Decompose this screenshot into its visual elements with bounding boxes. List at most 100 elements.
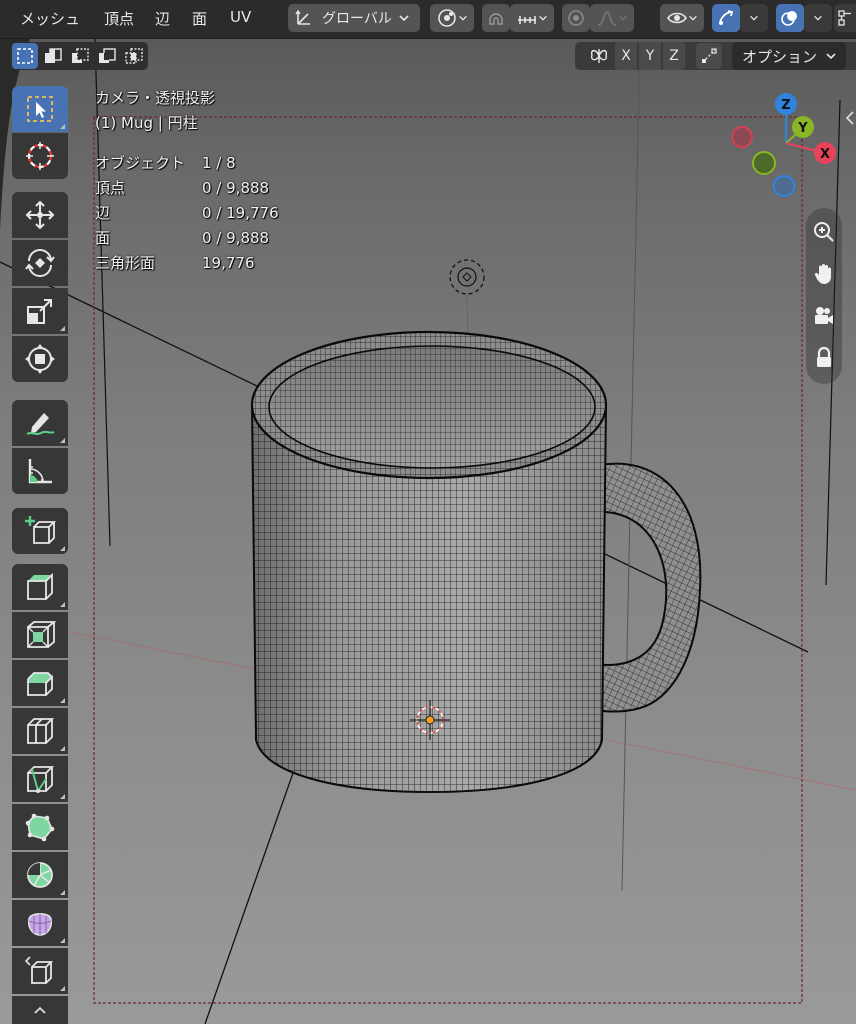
rotate-tool[interactable] xyxy=(12,240,68,286)
auto-merge-toggle[interactable] xyxy=(696,43,722,69)
chevron-down-icon xyxy=(814,15,822,21)
select-mode-group xyxy=(10,42,148,70)
select-box-icon xyxy=(27,96,53,122)
mirror-y-toggle[interactable]: Y xyxy=(639,42,661,70)
snap-toggle[interactable] xyxy=(482,4,510,32)
stat-faces: 面0 / 9,888 xyxy=(95,229,270,247)
overlays-toggle[interactable] xyxy=(776,4,804,32)
auto-merge-icon xyxy=(702,48,717,63)
zoom-icon xyxy=(814,222,834,242)
options-dropdown[interactable]: オプション xyxy=(732,42,846,70)
viewport-info-overlay: カメラ・透視投影 (1) Mug | 円柱 xyxy=(95,86,215,136)
mesh-overlay-icon xyxy=(838,10,851,26)
camera-view-button[interactable] xyxy=(810,302,838,330)
pan-hand-icon xyxy=(814,264,831,284)
cursor-tool[interactable] xyxy=(12,133,68,179)
scale-icon xyxy=(27,299,52,324)
extrude-icon xyxy=(27,572,53,600)
gizmo-y-label: Y xyxy=(797,121,808,136)
select-extend-button[interactable] xyxy=(40,43,66,69)
smooth-tool[interactable] xyxy=(12,900,68,946)
scale-tool[interactable] xyxy=(12,288,68,334)
overlays-dropdown[interactable] xyxy=(804,4,832,32)
mesh-edit-overlays-button[interactable] xyxy=(834,4,856,32)
chevron-down-icon xyxy=(619,15,627,21)
zoom-button[interactable] xyxy=(810,218,838,246)
orientation-axes-icon xyxy=(295,9,310,25)
butterfly-mirror-icon xyxy=(590,49,608,63)
proportional-editing-toggle[interactable] xyxy=(562,4,590,32)
menu-edge[interactable]: 辺 xyxy=(155,8,170,29)
stat-vertices: 頂点 0 / 9,888 xyxy=(95,179,270,197)
annotate-tool[interactable] xyxy=(12,400,68,446)
select-box-tool[interactable] xyxy=(12,86,68,132)
measure-icon xyxy=(28,459,52,484)
more-tools[interactable] xyxy=(12,996,68,1024)
loop-cut-tool[interactable] xyxy=(12,708,68,754)
lock-camera-button[interactable] xyxy=(810,344,838,372)
gizmo-x-label: X xyxy=(820,147,830,162)
bevel-icon xyxy=(27,672,53,696)
gizmo-neg-x[interactable] xyxy=(731,126,753,148)
falloff-dropdown[interactable] xyxy=(590,4,634,32)
gizmo-dropdown[interactable] xyxy=(740,4,768,32)
chevron-down-icon xyxy=(689,15,697,21)
select-intersect-button[interactable] xyxy=(121,43,147,69)
move-tool[interactable] xyxy=(12,192,68,238)
annotate-icon xyxy=(26,413,55,435)
chevron-down-icon xyxy=(826,53,836,60)
sidebar-toggle-icon[interactable] xyxy=(845,111,854,125)
stat-objects: オブジェクト 1 / 8 xyxy=(95,154,236,172)
menu-uv[interactable]: UV xyxy=(230,8,251,26)
mirror-button[interactable] xyxy=(587,45,611,67)
select-invert-icon xyxy=(99,48,116,63)
shear-tool[interactable] xyxy=(12,948,68,994)
visibility-dropdown[interactable] xyxy=(660,4,704,32)
proportional-editing-icon xyxy=(568,10,584,26)
transform-tool[interactable] xyxy=(12,336,68,382)
rotate-icon xyxy=(25,249,55,277)
menu-mesh[interactable]: メッシュ xyxy=(20,8,80,29)
mug-mesh[interactable] xyxy=(250,330,702,794)
pivot-point-dropdown[interactable] xyxy=(430,4,474,32)
knife-icon xyxy=(27,766,55,794)
navigation-gizmo[interactable]: Z Y X xyxy=(731,93,836,197)
measure-tool[interactable] xyxy=(12,448,68,494)
snap-increment-icon xyxy=(518,16,536,24)
gizmo-neg-y[interactable] xyxy=(752,151,776,175)
transform-orientation-dropdown[interactable]: グローバル xyxy=(288,4,420,32)
snap-target-dropdown[interactable] xyxy=(510,4,554,32)
transform-icon xyxy=(25,344,55,374)
poly-build-tool[interactable] xyxy=(12,804,68,850)
active-object-name: (1) Mug | 円柱 xyxy=(95,114,198,132)
select-subtract-icon xyxy=(72,48,89,63)
select-new-button[interactable] xyxy=(12,43,38,69)
options-label: オプション xyxy=(742,47,818,66)
select-subtract-button[interactable] xyxy=(67,43,93,69)
inset-tool[interactable] xyxy=(12,612,68,658)
poly-build-icon xyxy=(25,813,55,842)
light-object-icon[interactable] xyxy=(449,259,485,295)
loop-cut-icon xyxy=(27,718,55,744)
spin-tool[interactable] xyxy=(12,852,68,898)
mirror-x-toggle[interactable]: X xyxy=(615,42,637,70)
shear-icon xyxy=(24,956,54,984)
gizmo-neg-z[interactable] xyxy=(773,175,795,197)
stat-edges: 辺0 / 19,776 xyxy=(95,204,279,222)
add-cube-tool[interactable] xyxy=(12,508,68,554)
menu-vertex[interactable]: 頂点 xyxy=(104,8,134,29)
add-cube-icon xyxy=(25,516,56,544)
mirror-z-toggle[interactable]: Z xyxy=(663,42,685,70)
viewport-navigation-panel xyxy=(806,208,842,384)
overlays-icon xyxy=(781,11,797,26)
arrow-up-icon xyxy=(34,1006,46,1014)
select-invert-button[interactable] xyxy=(94,43,120,69)
bevel-tool[interactable] xyxy=(12,660,68,706)
chevron-down-icon xyxy=(459,15,467,21)
gizmo-toggle[interactable] xyxy=(712,4,740,32)
camera-icon xyxy=(815,307,833,324)
knife-tool[interactable] xyxy=(12,756,68,802)
pan-button[interactable] xyxy=(810,260,838,288)
menu-face[interactable]: 面 xyxy=(192,8,207,29)
extrude-tool[interactable] xyxy=(12,564,68,610)
